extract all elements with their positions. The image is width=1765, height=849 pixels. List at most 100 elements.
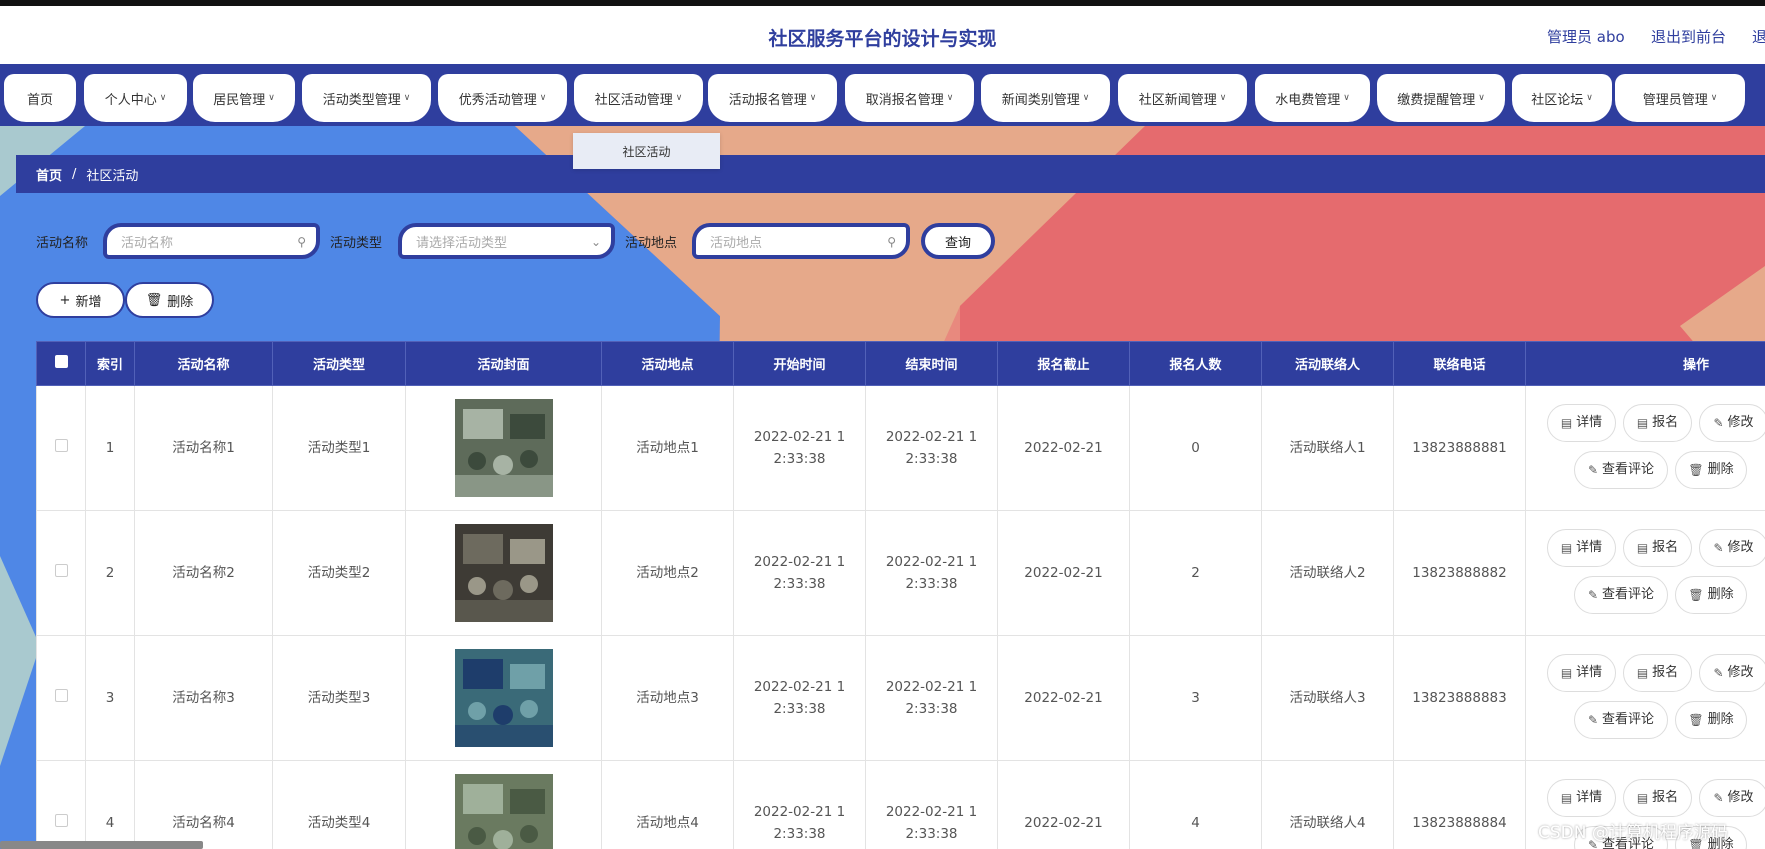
- nav-item[interactable]: 缴费提醒管理 ∨: [1377, 74, 1505, 122]
- signup-button[interactable]: ▤ 报名: [1623, 779, 1692, 817]
- activity-place-input[interactable]: 活动地点 ⚲: [692, 223, 910, 259]
- watermark: CSDN @计算机程序源码: [1538, 823, 1728, 843]
- nav-item-label: 管理员管理: [1642, 92, 1708, 108]
- activity-type-select[interactable]: 请选择活动类型 ⌄: [398, 223, 615, 259]
- row-checkbox[interactable]: [54, 439, 68, 452]
- nav-item[interactable]: 活动类型管理 ∨: [302, 74, 431, 122]
- nav-item[interactable]: 优秀活动管理 ∨: [438, 74, 567, 122]
- nav-item[interactable]: 个人中心 ∨: [84, 74, 187, 122]
- document-icon: ▤: [1560, 541, 1573, 555]
- cell-contact: 活动联络人3: [1261, 635, 1394, 761]
- row-checkbox-cell[interactable]: [36, 510, 86, 636]
- cell-contact: 活动联络人2: [1261, 510, 1394, 636]
- detail-button-label: 详情: [1576, 665, 1603, 680]
- row-delete-button[interactable]: 🗑 删除: [1675, 451, 1747, 489]
- document-icon: ▤: [1560, 416, 1573, 430]
- nav-item[interactable]: 社区论坛 ∨: [1512, 74, 1612, 122]
- detail-button[interactable]: ▤ 详情: [1547, 404, 1616, 442]
- row-delete-button[interactable]: 🗑 删除: [1675, 701, 1747, 739]
- row-checkbox[interactable]: [54, 689, 68, 702]
- plus-icon: +: [59, 292, 71, 308]
- edit-button[interactable]: ✎ 修改: [1699, 654, 1765, 692]
- select-all-cell[interactable]: [36, 341, 86, 386]
- logout-link[interactable]: 退出登录: [1752, 26, 1765, 47]
- horizontal-scrollbar[interactable]: [0, 841, 203, 849]
- row-checkbox-cell[interactable]: [36, 760, 86, 849]
- add-button[interactable]: + 新增: [36, 282, 125, 318]
- nav-item-label: 个人中心: [104, 92, 157, 108]
- activity-name-input[interactable]: 活动名称 ⚲: [103, 223, 320, 259]
- detail-button[interactable]: ▤ 详情: [1547, 779, 1616, 817]
- row-delete-button[interactable]: 🗑 删除: [1675, 576, 1747, 614]
- nav-item[interactable]: 管理员管理 ∨: [1615, 74, 1745, 122]
- signup-button[interactable]: ▤ 报名: [1623, 404, 1692, 442]
- back-to-front-link[interactable]: 退出到前台: [1651, 26, 1726, 47]
- cell-place: 活动地点1: [601, 385, 734, 511]
- detail-button[interactable]: ▤ 详情: [1547, 529, 1616, 567]
- nav-item[interactable]: 首页: [4, 74, 76, 122]
- breadcrumb-home[interactable]: 首页: [36, 165, 62, 184]
- activity-place-label: 活动地点: [625, 236, 678, 251]
- query-button[interactable]: 查询: [921, 223, 995, 259]
- signup-button-label: 报名: [1652, 790, 1679, 805]
- edit-button[interactable]: ✎ 修改: [1699, 529, 1765, 567]
- table-row: 1 活动名称1 活动类型1 活动地点1 2022-02-21 12:33:38 2022-…: [36, 385, 1765, 511]
- activity-cover-image[interactable]: [454, 649, 553, 747]
- row-checkbox-cell[interactable]: [36, 385, 86, 511]
- delete-button[interactable]: 🗑 删除: [125, 282, 214, 318]
- nav-item[interactable]: 活动报名管理 ∨: [708, 74, 837, 122]
- trash-icon: 🗑: [1688, 588, 1704, 602]
- cell-contact: 活动联络人4: [1261, 760, 1394, 849]
- signup-button[interactable]: ▤ 报名: [1623, 529, 1692, 567]
- activity-name-label: 活动名称: [36, 236, 89, 251]
- row-checkbox-cell[interactable]: [36, 635, 86, 761]
- column-header: 活动类型: [272, 341, 406, 386]
- cell-deadline: 2022-02-21: [997, 510, 1130, 636]
- end-time: 2022-02-21 12:33:38: [885, 679, 978, 717]
- nav-item[interactable]: 社区活动管理 ∨: [574, 74, 703, 122]
- start-time: 2022-02-21 12:33:38: [753, 679, 846, 717]
- edit-button-label: 修改: [1727, 415, 1754, 430]
- detail-button[interactable]: ▤ 详情: [1547, 654, 1616, 692]
- activity-cover-image[interactable]: [454, 399, 553, 497]
- activity-cover-image[interactable]: [454, 524, 553, 622]
- view-comments-button[interactable]: ✎ 查看评论: [1574, 451, 1668, 489]
- activity-name-placeholder: 活动名称: [121, 235, 174, 251]
- document-icon: ▤: [1636, 416, 1649, 430]
- nav-item-label: 新闻类别管理: [1001, 92, 1080, 108]
- row-checkbox[interactable]: [54, 814, 68, 827]
- cell-phone: 13823888883: [1393, 635, 1526, 761]
- pencil-icon: ✎: [1587, 713, 1599, 727]
- signup-button[interactable]: ▤ 报名: [1623, 654, 1692, 692]
- select-all-checkbox[interactable]: [54, 355, 68, 368]
- row-checkbox[interactable]: [54, 564, 68, 577]
- view-comments-button[interactable]: ✎ 查看评论: [1574, 576, 1668, 614]
- cell-place: 活动地点2: [601, 510, 734, 636]
- edit-button[interactable]: ✎ 修改: [1699, 404, 1765, 442]
- chevron-down-icon: ∨: [946, 93, 954, 103]
- view-comments-button[interactable]: ✎ 查看评论: [1574, 701, 1668, 739]
- cell-deadline: 2022-02-21: [997, 385, 1130, 511]
- column-header: 索引: [85, 341, 135, 386]
- cell-contact: 活动联络人1: [1261, 385, 1394, 511]
- nav-item[interactable]: 取消报名管理 ∨: [845, 74, 974, 122]
- nav-item[interactable]: 新闻类别管理 ∨: [981, 74, 1110, 122]
- cell-index: 2: [85, 510, 135, 636]
- activity-type-label: 活动类型: [330, 236, 383, 251]
- nav-item[interactable]: 社区新闻管理 ∨: [1118, 74, 1247, 122]
- column-header: 活动联络人: [1261, 341, 1394, 386]
- dropdown-item-community-activity[interactable]: 社区活动: [573, 133, 720, 169]
- activity-cover-image[interactable]: [454, 774, 553, 849]
- pencil-icon: ✎: [1587, 588, 1599, 602]
- chevron-down-icon: ∨: [539, 93, 547, 103]
- column-header: 报名人数: [1129, 341, 1262, 386]
- edit-button[interactable]: ✎ 修改: [1699, 779, 1765, 817]
- nav-item[interactable]: 水电费管理 ∨: [1255, 74, 1370, 122]
- nav-item[interactable]: 居民管理 ∨: [193, 74, 295, 122]
- activity-type-placeholder: 请选择活动类型: [416, 235, 508, 251]
- pencil-icon: ✎: [1713, 416, 1724, 430]
- cell-deadline: 2022-02-21: [997, 760, 1130, 849]
- cell-cover: [405, 510, 602, 636]
- start-time: 2022-02-21 12:33:38: [753, 804, 846, 842]
- top-nav: 首页 个人中心 ∨ 居民管理 ∨ 活动类型管理 ∨ 优秀活动管理 ∨ 社区活动管理 ∨ 活动报名管理 ∨…: [0, 64, 1765, 126]
